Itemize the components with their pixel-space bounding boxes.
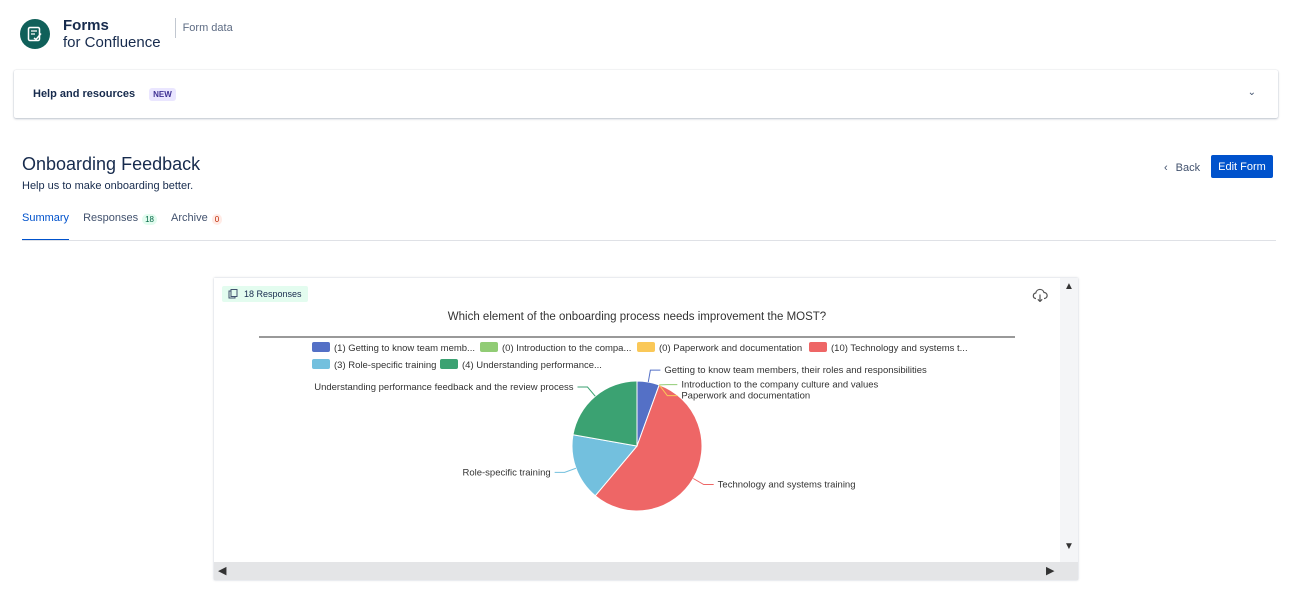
tab-label: Summary (22, 212, 70, 224)
page-title: Onboarding Feedback (22, 154, 201, 174)
scroll-down-icon[interactable]: ▼ (1064, 541, 1074, 552)
legend-label: (3) Role-specific training (334, 360, 436, 371)
legend-label: (10) Technology and systems t... (831, 343, 968, 354)
back-label: Back (1175, 162, 1201, 174)
help-title: Help and resources (33, 88, 136, 100)
label-leader-line (693, 478, 714, 485)
scroll-left-icon[interactable]: ◀ (218, 564, 226, 577)
slice-label: Getting to know team members, their role… (664, 365, 927, 376)
app-header: Forms for Confluence Form data (20, 14, 233, 54)
legend-item[interactable]: (0) Introduction to the compa... (480, 342, 631, 354)
tabs-divider (22, 240, 1276, 241)
slice-label: Paperwork and documentation (681, 391, 810, 402)
scroll-up-icon[interactable]: ▲ (1064, 281, 1074, 292)
responses-badge-label: 18 Responses (244, 289, 302, 299)
slice-label: Technology and systems training (718, 480, 856, 491)
scroll-right-icon[interactable]: ▶ (1046, 564, 1054, 577)
tab-label: Archive (171, 212, 208, 224)
legend-swatch (440, 359, 458, 369)
legend-item[interactable]: (0) Paperwork and documentation (637, 342, 802, 354)
legend-item[interactable]: (4) Understanding performance... (440, 359, 602, 371)
legend-label: (0) Paperwork and documentation (659, 343, 802, 354)
chevron-left-icon: ‹ (1164, 162, 1168, 174)
header-divider (174, 18, 176, 38)
pie-slice[interactable] (572, 380, 638, 447)
legend-swatch (809, 342, 827, 352)
legend-swatch (480, 342, 498, 352)
vertical-scrollbar[interactable]: ▲ ▼ (1060, 278, 1078, 562)
help-resources-panel[interactable]: Help and resources NEW ⌄ (14, 70, 1278, 118)
edit-form-button[interactable]: Edit Form (1211, 155, 1273, 178)
legend-swatch (312, 359, 330, 369)
cloud-download-icon[interactable] (1032, 288, 1048, 302)
legend-item[interactable]: (3) Role-specific training (312, 359, 436, 371)
chevron-down-icon[interactable]: ⌄ (1248, 87, 1256, 98)
label-leader-line (647, 369, 661, 383)
legend-item[interactable]: (1) Getting to know team memb... (312, 342, 475, 354)
slice-label: Understanding performance feedback and t… (314, 382, 574, 393)
chart-card: Which element of the onboarding process … (214, 278, 1078, 580)
header-context: Form data (182, 21, 233, 34)
legend-label: (4) Understanding performance... (462, 360, 602, 371)
tab-responses[interactable]: Responses 18 (83, 212, 158, 240)
new-badge: NEW (149, 87, 176, 101)
legend-label: (1) Getting to know team memb... (334, 343, 475, 354)
slice-label: Introduction to the company culture and … (681, 380, 878, 391)
responses-count-badge: 18 (142, 214, 158, 225)
legend-swatch (312, 342, 330, 352)
back-button[interactable]: ‹ Back (1164, 158, 1200, 178)
chart-title: Which element of the onboarding process … (448, 311, 826, 323)
archive-count-badge: 0 (211, 214, 223, 225)
legend-swatch (637, 342, 655, 352)
brand-name: Forms (63, 17, 109, 34)
slice-label: Role-specific training (462, 467, 550, 478)
tab-summary[interactable]: Summary (22, 212, 70, 241)
tab-archive[interactable]: Archive 0 (171, 212, 223, 240)
tab-label: Responses (83, 212, 139, 224)
label-leader-line (554, 467, 577, 473)
horizontal-scrollbar[interactable]: ◀ ▶ (214, 562, 1078, 580)
tabs: Summary Responses 18 Archive 0 (22, 212, 236, 241)
documents-icon (228, 289, 238, 299)
pie-chart: Which element of the onboarding process … (259, 311, 1015, 512)
legend-item[interactable]: (10) Technology and systems t... (809, 342, 968, 354)
brand-subtitle: for Confluence (63, 34, 161, 51)
responses-badge: 18 Responses (222, 286, 308, 302)
forms-logo-icon[interactable] (20, 19, 50, 49)
page-description: Help us to make onboarding better. (22, 180, 194, 192)
legend-label: (0) Introduction to the compa... (502, 343, 631, 354)
label-leader-line (577, 386, 596, 397)
brand: Forms for Confluence (63, 17, 161, 51)
